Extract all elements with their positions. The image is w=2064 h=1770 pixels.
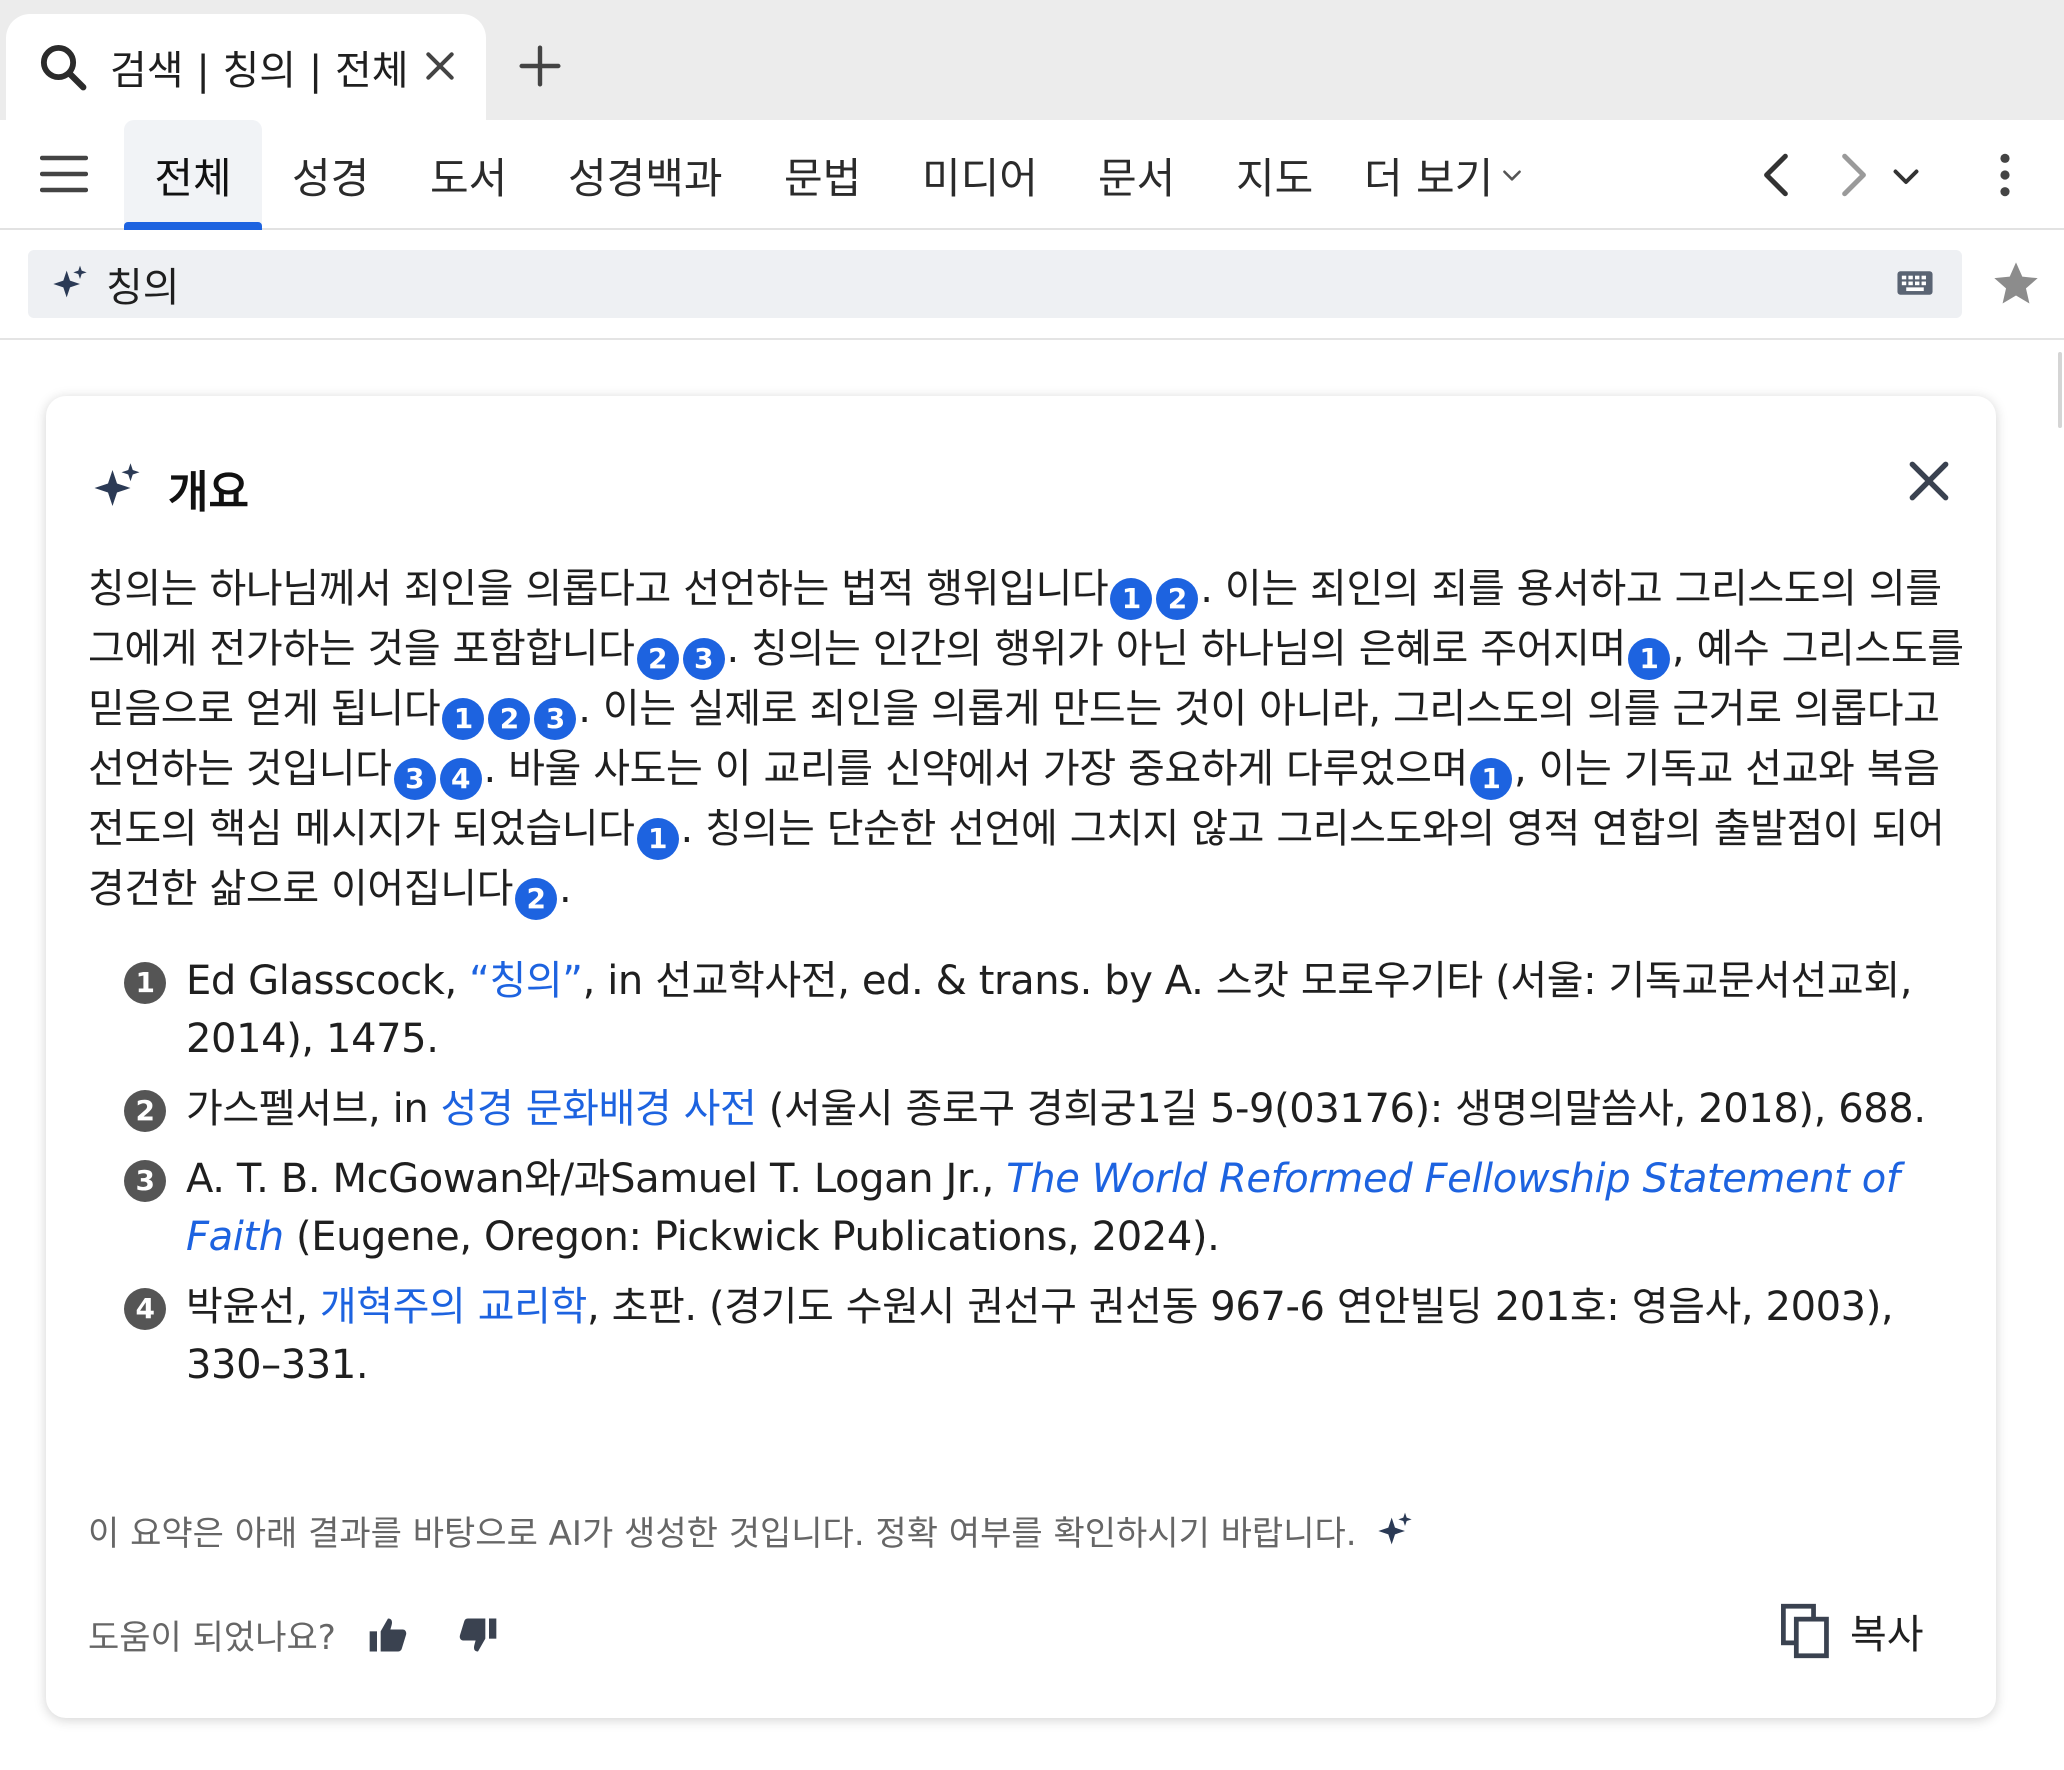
reference-number: 2 [124,1090,166,1132]
reference-author: 박윤선, [186,1284,320,1330]
disclaimer-text: 이 요약은 아래 결과를 바탕으로 AI가 생성한 것입니다. 정확 여부를 확… [88,1514,1357,1554]
search-icon [40,44,87,91]
reference-title-link[interactable]: 성경 문화배경 사전 [441,1086,757,1132]
more-label: 더 보기 [1364,153,1494,203]
reference-title-link[interactable]: 개혁주의 교리학 [320,1284,588,1330]
back-arrow-icon[interactable] [1752,150,1802,200]
reference-item: 4 박윤선, 개혁주의 교리학, 초판. (경기도 수원시 권선구 권선동 967… [124,1278,1944,1394]
tab-maps[interactable]: 지도 [1236,120,1313,230]
citation-badge[interactable]: 2 [1156,578,1199,620]
more-options-icon[interactable] [1980,150,2030,200]
overview-title: 개요 [168,467,249,518]
tab-more[interactable]: 더 보기 [1364,120,1525,230]
tab-media[interactable]: 미디어 [922,120,1038,230]
ai-sparkle-icon [94,463,140,506]
category-nav-bar: 전체 성경 도서 성경백과 문법 미디어 문서 지도 더 보기 [0,120,2064,230]
copy-button[interactable]: 복사 [1780,1602,1924,1660]
chevron-down-icon [1503,170,1522,181]
ai-overview-card: 개요 칭의는 하나님께서 죄인을 의롭다고 선언하는 법적 행위입니다 1 2. 이… [46,396,1996,1718]
citation-badge[interactable]: 1 [1627,638,1670,680]
citation-badge[interactable]: 3 [393,758,436,800]
citation-badge[interactable]: 1 [442,698,485,740]
citation-badge[interactable]: 1 [1110,578,1153,620]
citation-badge[interactable]: 4 [439,758,482,800]
citation-badge[interactable]: 1 [1469,758,1512,800]
reference-details: (서울시 종로구 경희궁1길 5-9(03176): 생명의말씀사, 2018)… [756,1086,1926,1132]
thumbs-up-icon[interactable] [366,1613,410,1657]
new-tab-plus-icon[interactable] [518,44,562,88]
reference-details: (Eugene, Oregon: Pickwick Publications, … [283,1214,1220,1260]
reference-item: 1 Ed Glasscock, “칭의”, in 선교학사전, ed. & tra… [124,952,1944,1068]
tab-all[interactable]: 전체 [124,120,262,230]
close-overview-icon[interactable] [1904,456,1954,506]
citation-badge[interactable]: 3 [682,638,725,680]
citation-badge[interactable]: 1 [636,818,679,860]
tab-title: 검색 | 칭의 | 전체 [110,48,409,94]
overview-header: 개요 [90,456,249,520]
close-tab-icon[interactable] [420,46,460,86]
ai-disclaimer: 이 요약은 아래 결과를 바탕으로 AI가 생성한 것입니다. 정확 여부를 확… [88,1506,1415,1555]
scrollbar-thumb[interactable] [2058,352,2062,428]
summary-segment: . 바울 사도는 이 교리를 신약에서 가장 중요하게 다루었으며 [483,746,1469,792]
reference-author: A. T. B. McGowan와/과Samuel T. Logan Jr., [186,1156,1007,1202]
citation-badge[interactable]: 2 [488,698,531,740]
ai-sparkle-icon [1377,1512,1412,1544]
reference-list: 1 Ed Glasscock, “칭의”, in 선교학사전, ed. & tra… [124,952,1944,1406]
search-query-text: 칭의 [106,265,180,311]
tab-books[interactable]: 도서 [430,120,507,230]
overview-summary-text: 칭의는 하나님께서 죄인을 의롭다고 선언하는 법적 행위입니다 1 2. 이는 죄… [88,560,1964,920]
favorite-star-icon[interactable] [1990,258,2042,310]
feedback-label: 도움이 되었나요? [88,1618,336,1658]
copy-icon [1781,1603,1829,1659]
active-browser-tab[interactable]: 검색 | 칭의 | 전체 [6,14,486,120]
reference-number: 1 [124,962,166,1004]
history-dropdown-icon[interactable] [1888,158,1924,194]
citation-badge[interactable]: 2 [636,638,679,680]
tab-grammar[interactable]: 문법 [784,120,861,230]
reference-title-link[interactable]: “칭의” [469,958,583,1004]
thumbs-down-icon[interactable] [456,1613,500,1657]
reference-item: 3 A. T. B. McGowan와/과Samuel T. Logan Jr.,… [124,1150,1944,1266]
summary-segment: . 칭의는 인간의 행위가 아닌 하나님의 은혜로 주어지며 [726,626,1627,672]
citation-badge[interactable]: 2 [515,878,558,920]
keyboard-icon[interactable] [1896,268,1934,298]
reference-number: 3 [124,1160,166,1202]
header-divider [0,338,2064,340]
summary-segment: 칭의는 하나님께서 죄인을 의롭다고 선언하는 법적 행위입니다 [88,566,1109,612]
tab-documents[interactable]: 문서 [1098,120,1175,230]
reference-item: 2 가스펠서브, in 성경 문화배경 사전 (서울시 종로구 경희궁1길 5-9… [124,1080,1944,1138]
summary-segment: . [559,866,572,912]
copy-label: 복사 [1850,1612,1924,1658]
reference-author: 가스펠서브, in [186,1086,441,1132]
citation-badge[interactable]: 3 [534,698,577,740]
feedback-row: 도움이 되었나요? [88,1610,500,1659]
ai-sparkle-icon [53,265,87,298]
forward-arrow-icon[interactable] [1828,150,1878,200]
reference-author: Ed Glasscock, [186,958,470,1004]
search-input[interactable]: 칭의 [28,250,1962,318]
tab-bible-encyclopedia[interactable]: 성경백과 [568,120,723,230]
tab-bible[interactable]: 성경 [292,120,369,230]
hamburger-menu-icon[interactable] [40,154,88,194]
tab-strip: 검색 | 칭의 | 전체 [0,0,2064,120]
reference-number: 4 [124,1288,166,1330]
